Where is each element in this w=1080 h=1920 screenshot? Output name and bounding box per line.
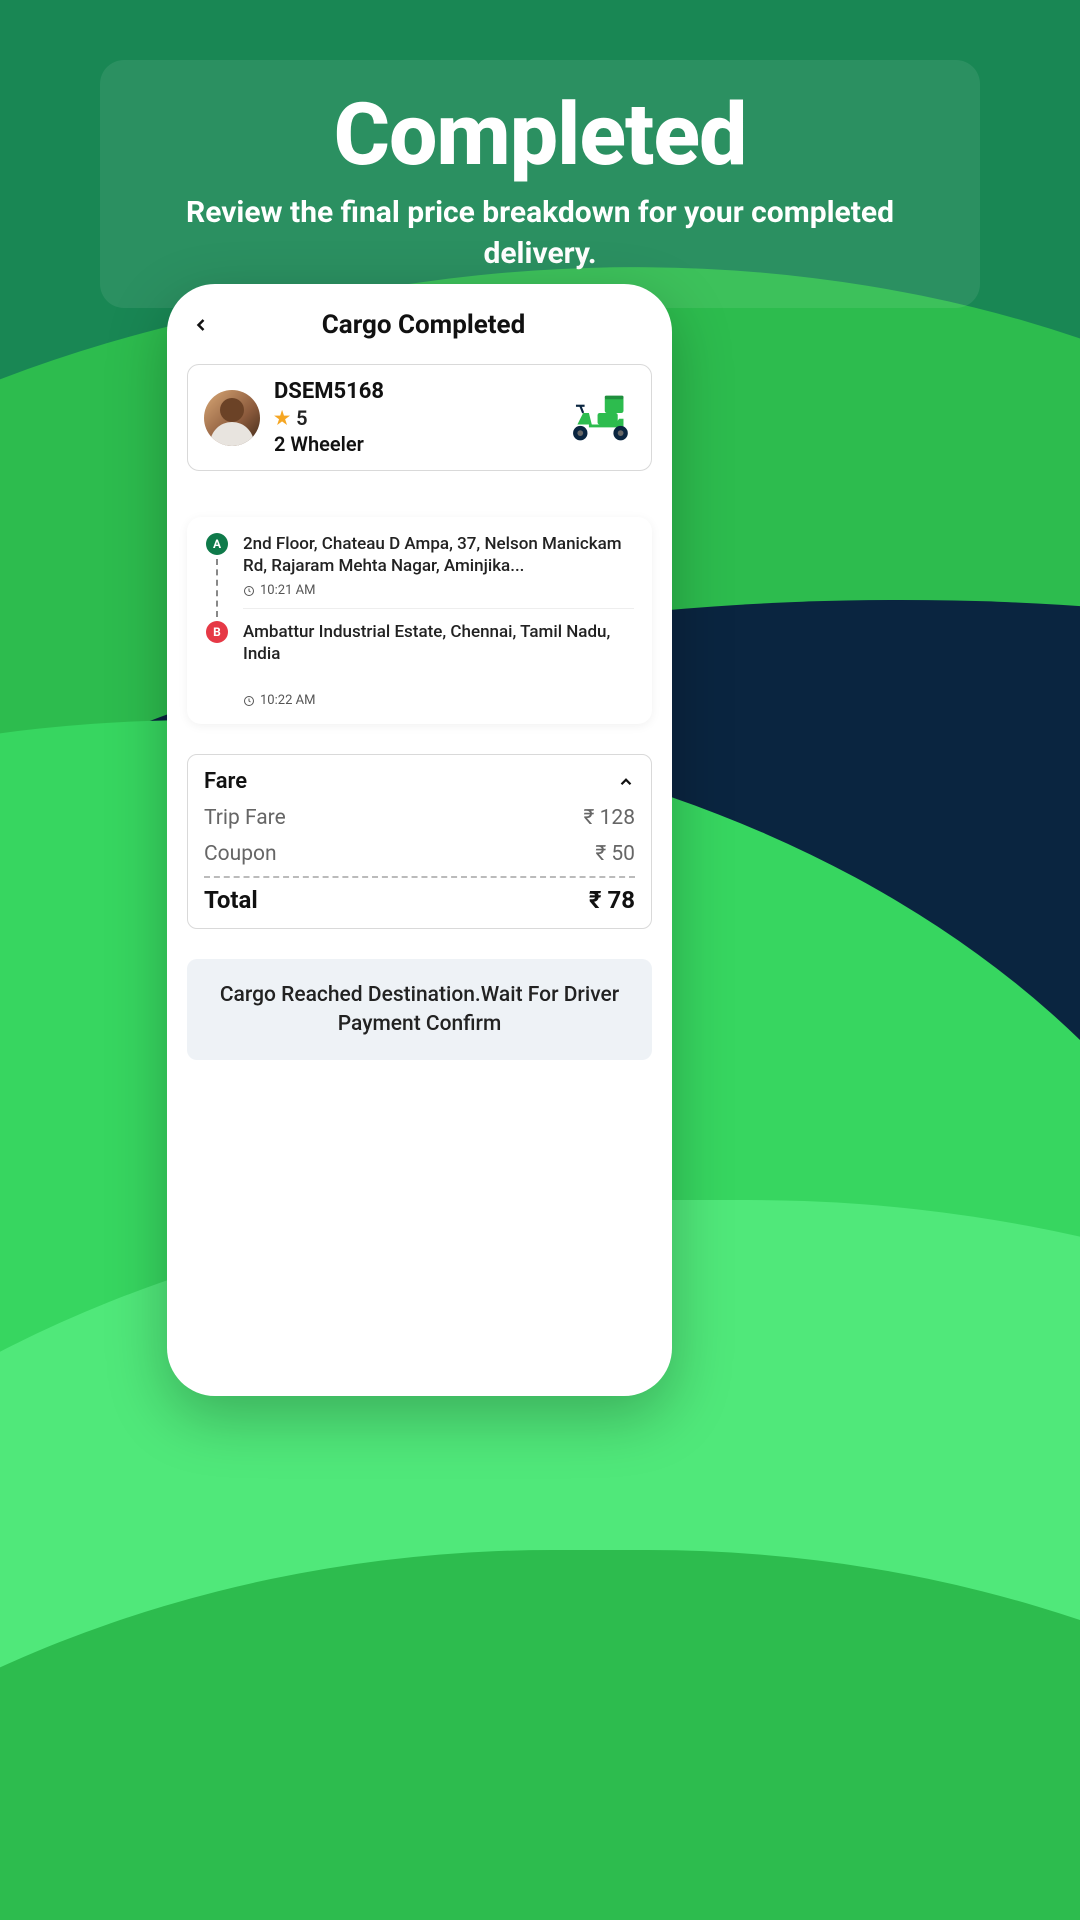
drop-time: 10:22 AM bbox=[243, 693, 634, 708]
driver-id: DSEM5168 bbox=[274, 379, 549, 404]
vehicle-type: 2 Wheeler bbox=[274, 432, 549, 456]
total-value: ₹ 78 bbox=[589, 886, 635, 914]
fare-header[interactable]: Fare bbox=[204, 769, 635, 794]
hero-panel: Completed Review the final price breakdo… bbox=[100, 60, 980, 308]
hero-title: Completed bbox=[140, 84, 940, 185]
driver-card: DSEM5168 ★ 5 2 Wheeler bbox=[187, 364, 652, 471]
fare-dash-divider bbox=[204, 876, 635, 878]
clock-icon bbox=[243, 695, 255, 707]
pickup-time: 10:21 AM bbox=[243, 583, 634, 598]
drop-time-value: 10:22 AM bbox=[260, 693, 315, 708]
fare-coupon-row: Coupon ₹ 50 bbox=[204, 842, 635, 866]
status-banner: Cargo Reached Destination.Wait For Drive… bbox=[187, 959, 652, 1060]
chevron-up-icon bbox=[617, 773, 635, 791]
status-message: Cargo Reached Destination.Wait For Drive… bbox=[220, 983, 619, 1035]
fare-title: Fare bbox=[204, 769, 247, 794]
total-label: Total bbox=[204, 886, 258, 914]
trip-fare-label: Trip Fare bbox=[204, 806, 286, 830]
fare-card: Fare Trip Fare ₹ 128 Coupon ₹ 50 Total ₹… bbox=[187, 754, 652, 929]
trip-fare-value: ₹ 128 bbox=[584, 806, 635, 830]
hero-subtitle: Review the final price breakdown for you… bbox=[140, 193, 940, 274]
driver-info: DSEM5168 ★ 5 2 Wheeler bbox=[274, 379, 549, 456]
rating-value: 5 bbox=[296, 406, 307, 430]
star-icon: ★ bbox=[274, 408, 290, 429]
driver-rating: ★ 5 bbox=[274, 406, 549, 430]
screen-header: Cargo Completed bbox=[183, 304, 656, 358]
pickup-address: 2nd Floor, Chateau D Ampa, 37, Nelson Ma… bbox=[243, 533, 634, 577]
coupon-label: Coupon bbox=[204, 842, 277, 866]
fare-total-row: Total ₹ 78 bbox=[204, 886, 635, 914]
clock-icon bbox=[243, 585, 255, 597]
coupon-value: ₹ 50 bbox=[595, 842, 635, 866]
scooter-icon bbox=[563, 390, 635, 446]
driver-avatar bbox=[204, 390, 260, 446]
drop-address: Ambattur Industrial Estate, Chennai, Tam… bbox=[243, 621, 634, 665]
route-drop-row: B Ambattur Industrial Estate, Chennai, T… bbox=[205, 621, 634, 708]
pickup-time-value: 10:21 AM bbox=[260, 583, 315, 598]
fare-trip-row: Trip Fare ₹ 128 bbox=[204, 806, 635, 830]
route-divider bbox=[243, 608, 634, 609]
route-connector-line bbox=[216, 559, 218, 617]
pickup-marker: A bbox=[206, 533, 228, 555]
route-card: A 2nd Floor, Chateau D Ampa, 37, Nelson … bbox=[187, 517, 652, 724]
screen-title: Cargo Completed bbox=[195, 310, 652, 340]
route-pickup-row: A 2nd Floor, Chateau D Ampa, 37, Nelson … bbox=[205, 533, 634, 621]
phone-frame: Cargo Completed DSEM5168 ★ 5 2 Wheeler bbox=[167, 284, 672, 1396]
drop-marker: B bbox=[206, 621, 228, 643]
